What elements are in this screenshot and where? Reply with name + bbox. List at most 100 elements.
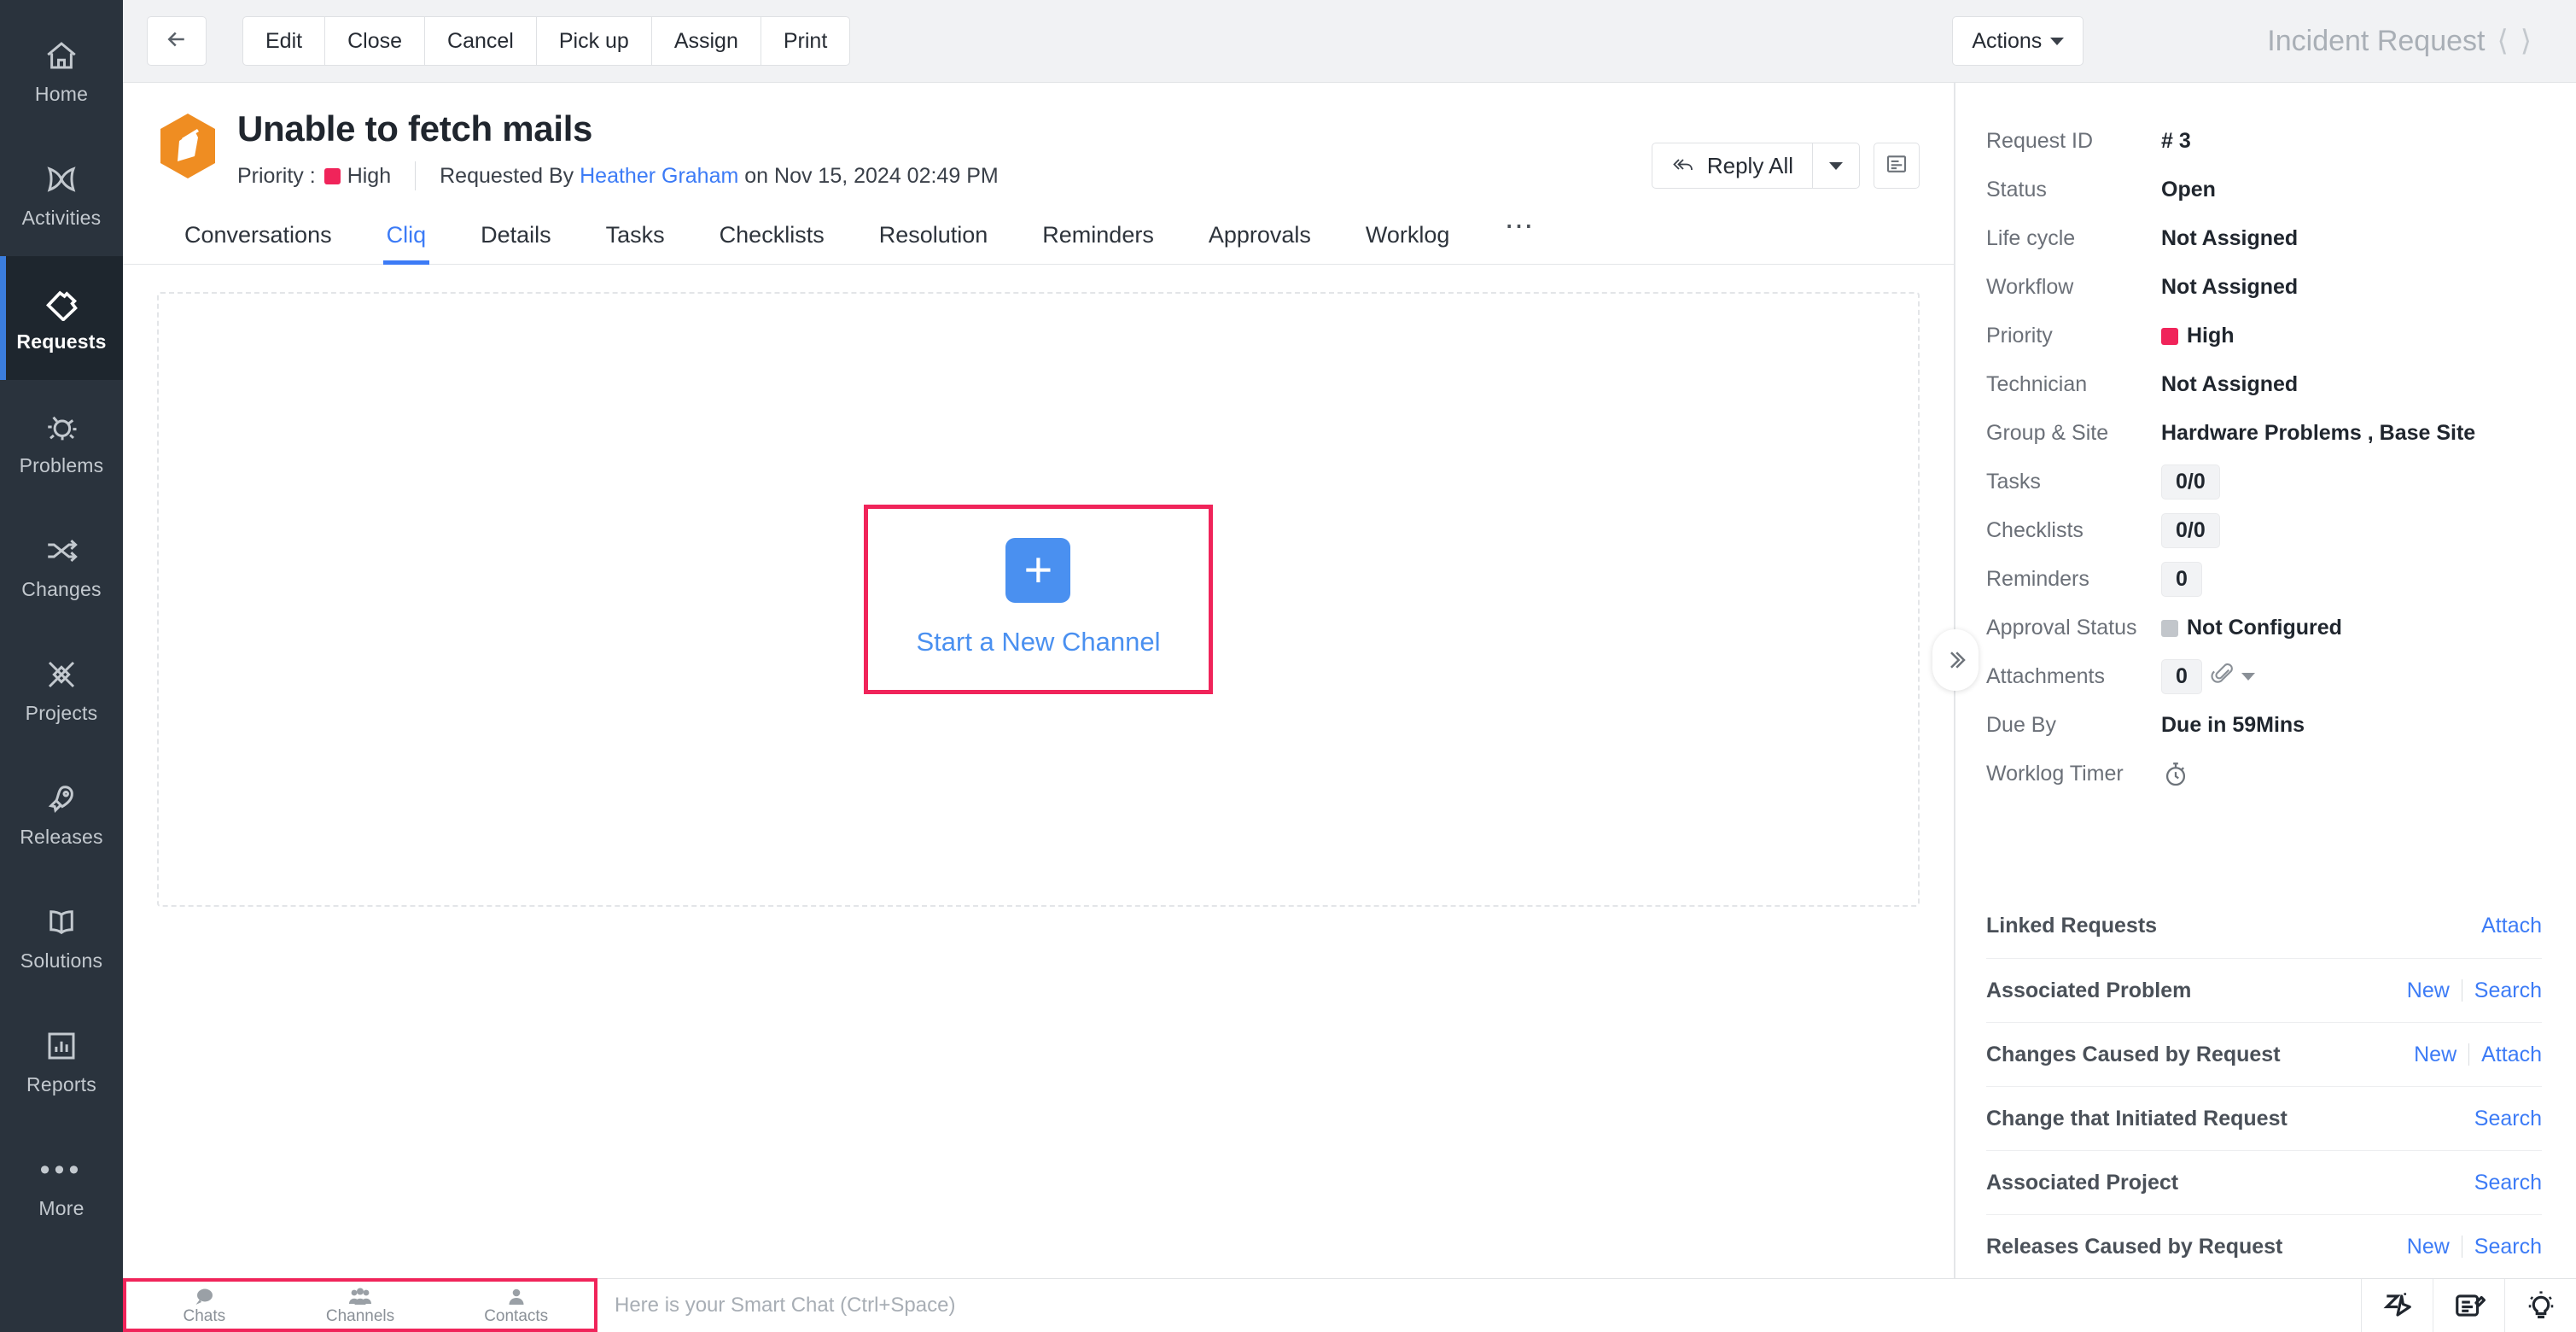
attachments-count-chip[interactable]: 0 [2161,659,2202,694]
sidebar-item-home[interactable]: Home [0,9,123,132]
more-dots-icon: ••• [40,1150,84,1189]
cancel-button[interactable]: Cancel [425,16,537,66]
notes-button[interactable] [1874,143,1920,189]
property-value-group: 0/0 [2161,513,2220,548]
property-row-checklists: Checklists 0/0 [1986,506,2542,555]
sidebar-item-reports[interactable]: Reports [0,999,123,1123]
main-area: Edit Close Cancel Pick up Assign Print A… [123,0,2576,1332]
tab-tasks[interactable]: Tasks [579,222,692,264]
start-new-channel-button[interactable]: + Start a New Channel [864,505,1212,694]
actions-dropdown-button[interactable]: Actions [1952,16,2084,66]
requester-link[interactable]: Heather Graham [580,164,738,189]
dock-item-contacts[interactable]: Contacts [438,1285,594,1325]
dock-item-chats[interactable]: Chats [126,1285,283,1325]
paperclip-icon [2211,661,2236,692]
close-button[interactable]: Close [325,16,425,66]
new-link[interactable]: New [2414,1043,2457,1067]
new-link[interactable]: New [2407,1235,2450,1259]
sidebar-item-releases[interactable]: Releases [0,751,123,875]
sidebar-item-projects[interactable]: Projects [0,628,123,751]
sidebar-item-solutions[interactable]: Solutions [0,875,123,999]
priority-swatch [324,168,341,184]
attach-link[interactable]: Attach [2481,914,2542,938]
reply-all-button[interactable]: Reply All [1652,143,1860,189]
property-label: Technician [1986,372,2161,397]
property-value-group: 0 [2161,562,2202,597]
request-properties-panel: Request ID # 3 Status Open Life cycle No… [1955,83,2576,1278]
chevron-right-icon[interactable]: ⟩ [2521,26,2532,56]
chevron-left-icon[interactable]: ⟨ [2497,26,2508,56]
back-button[interactable] [147,16,207,66]
property-value[interactable]: Not Assigned [2161,275,2298,300]
section-actions: Attach [2481,914,2542,938]
tab-worklog[interactable]: Worklog [1338,222,1477,264]
property-value[interactable]: Open [2161,178,2216,202]
dock-item-label: Contacts [484,1308,548,1325]
activities-icon [44,160,79,199]
search-link[interactable]: Search [2474,979,2542,1003]
chevron-down-icon [2241,673,2255,681]
property-label: Reminders [1986,567,2161,592]
sidebar-item-requests[interactable]: Requests [0,256,123,380]
new-link[interactable]: New [2407,979,2450,1003]
attachment-dropdown[interactable] [2211,661,2255,692]
action-button-group: Edit Close Cancel Pick up Assign Print [242,16,850,66]
sidebar-item-activities[interactable]: Activities [0,132,123,256]
tab-resolution[interactable]: Resolution [852,222,1016,264]
incident-ticket-icon [157,112,219,180]
chevron-double-right-icon[interactable] [1932,629,1979,691]
tasks-count-chip[interactable]: 0/0 [2161,464,2220,500]
reports-icon [44,1026,79,1066]
dock-item-channels[interactable]: Channels [283,1285,439,1325]
tab-approvals[interactable]: Approvals [1181,222,1338,264]
property-label: Worklog Timer [1986,762,2161,786]
reply-all-main[interactable]: Reply All [1652,143,1812,188]
notes-edit-icon[interactable] [2433,1279,2504,1332]
sidebar-item-changes[interactable]: Changes [0,504,123,628]
assign-button[interactable]: Assign [652,16,761,66]
tab-cliq[interactable]: Cliq [359,222,454,264]
property-value: Due in 59Mins [2161,713,2305,738]
linked-section-linked-requests: Linked Requests Attach [1986,894,2542,958]
tab-conversations[interactable]: Conversations [157,222,359,264]
sidebar-item-problems[interactable]: Problems [0,380,123,504]
print-button[interactable]: Print [761,16,850,66]
problems-icon [44,407,79,447]
smart-chat-hint[interactable]: Here is your Smart Chat (Ctrl+Space) [615,1279,955,1332]
stopwatch-icon[interactable] [2161,760,2190,789]
tab-details[interactable]: Details [453,222,579,264]
property-value-group[interactable]: High [2161,324,2235,348]
dock-item-label: Channels [326,1308,394,1325]
section-actions: Search [2474,1107,2542,1131]
property-label: Approval Status [1986,616,2161,640]
tab-reminders[interactable]: Reminders [1015,222,1181,264]
edit-button[interactable]: Edit [242,16,325,66]
sidebar-item-label: Problems [20,454,104,477]
property-value[interactable]: Not Assigned [2161,372,2298,397]
reminders-count-chip[interactable]: 0 [2161,562,2202,597]
section-actions: New Attach [2414,1043,2542,1067]
priority-value: High [347,164,391,189]
property-value-group: 0/0 [2161,464,2220,500]
property-value[interactable]: Not Assigned [2161,226,2298,251]
property-value[interactable]: Hardware Problems , Base Site [2161,421,2475,446]
pick-up-button[interactable]: Pick up [537,16,652,66]
search-link[interactable]: Search [2474,1107,2542,1131]
zia-assistant-icon[interactable] [2361,1279,2433,1332]
section-actions: New Search [2407,979,2542,1003]
section-label: Linked Requests [1986,914,2157,938]
search-link[interactable]: Search [2474,1171,2542,1195]
tab-overflow-menu[interactable]: ⋯ [1477,209,1563,264]
person-icon [506,1285,527,1307]
page-title: Unable to fetch mails [237,108,1633,149]
attach-link[interactable]: Attach [2481,1043,2542,1067]
checklists-count-chip[interactable]: 0/0 [2161,513,2220,548]
home-icon [44,36,79,75]
tab-checklists[interactable]: Checklists [692,222,852,264]
sidebar-item-more[interactable]: ••• More [0,1123,123,1247]
search-link[interactable]: Search [2474,1235,2542,1259]
reply-all-dropdown[interactable] [1813,143,1859,188]
property-row-approval-status: Approval Status Not Configured [1986,604,2542,652]
plus-icon[interactable]: + [1005,538,1070,603]
lightbulb-tip-icon[interactable] [2504,1279,2576,1332]
